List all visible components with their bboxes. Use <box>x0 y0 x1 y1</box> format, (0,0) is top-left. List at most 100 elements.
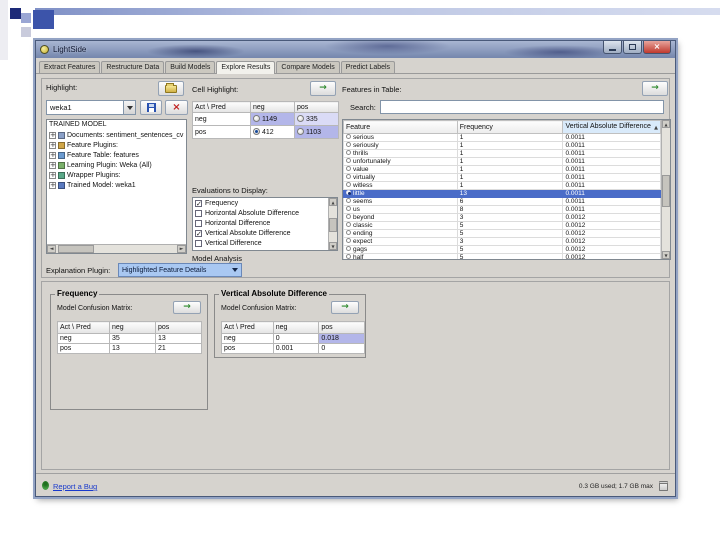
trained-model-tree[interactable]: ◄ ► TRAINED MODEL + Documents: sentiment_s… <box>46 119 187 254</box>
feature-row-little[interactable]: little 13 0.0011 <box>343 189 661 198</box>
radio-icon[interactable] <box>346 254 351 259</box>
expand-icon[interactable]: + <box>49 151 56 159</box>
radio-selected-icon[interactable] <box>253 128 260 135</box>
scrollbar-thumb[interactable] <box>662 175 670 207</box>
checkbox-checked-icon[interactable]: ✓ <box>195 199 202 207</box>
minimize-button[interactable] <box>603 41 622 54</box>
evaluation-item-vertical-absolute-difference[interactable]: ✓ Vertical Absolute Difference <box>193 228 337 238</box>
scroll-up-icon[interactable]: ▲ <box>662 120 670 128</box>
cell-highlight-export-button[interactable]: → <box>310 81 336 96</box>
feature-row-serious[interactable]: serious 1 0.0011 <box>343 133 661 142</box>
feature-row-beyond[interactable]: beyond 3 0.0012 <box>343 213 661 222</box>
explanation-plugin-select[interactable]: Highlighted Feature Details <box>118 263 242 277</box>
evaluation-item-frequency[interactable]: ✓ Frequency <box>193 198 337 208</box>
evaluation-item-horizontal-difference[interactable]: Horizontal Difference <box>193 218 337 228</box>
tree-item-trained-model[interactable]: + Trained Model: weka1 <box>47 180 186 190</box>
features-table[interactable]: Feature Frequency Vertical Absolute Differ… <box>343 120 661 259</box>
feature-row-value[interactable]: value 1 0.0011 <box>343 165 661 174</box>
checkbox-icon[interactable] <box>195 209 202 217</box>
close-button[interactable]: × <box>643 41 671 54</box>
open-highlight-button[interactable] <box>158 81 184 96</box>
radio-selected-icon[interactable] <box>346 190 351 195</box>
radio-icon[interactable] <box>346 238 351 243</box>
radio-icon[interactable] <box>346 222 351 227</box>
radio-icon[interactable] <box>253 115 260 122</box>
expand-icon[interactable]: + <box>49 141 56 149</box>
tab-compare-models[interactable]: Compare Models <box>276 61 340 73</box>
features-export-button[interactable]: → <box>642 81 668 96</box>
evaluation-item-horizontal-absolute-difference[interactable]: Horizontal Absolute Difference <box>193 208 337 218</box>
save-button[interactable] <box>140 100 162 115</box>
search-input[interactable] <box>380 100 664 114</box>
maximize-button[interactable] <box>623 41 642 54</box>
scroll-right-icon[interactable]: ► <box>177 245 186 253</box>
radio-icon[interactable] <box>346 246 351 251</box>
expand-icon[interactable]: + <box>49 171 56 179</box>
tree-root-item[interactable]: TRAINED MODEL <box>47 120 186 130</box>
export-button[interactable]: → <box>331 301 359 314</box>
garbage-collect-icon[interactable] <box>659 481 668 491</box>
delete-button[interactable]: × <box>165 100 188 115</box>
tree-item-learning-plugin[interactable]: + Learning Plugin: Weka (All) <box>47 160 186 170</box>
tree-item-documents[interactable]: + Documents: sentiment_sentences_cv <box>47 130 186 140</box>
highlight-model-select[interactable]: weka1 <box>46 100 136 115</box>
evaluations-list[interactable]: ▲ ▼ ✓ Frequency Horizontal Absolute Differ… <box>192 197 338 251</box>
export-button[interactable]: → <box>173 301 201 314</box>
feature-row-virtually[interactable]: virtually 1 0.0011 <box>343 173 661 182</box>
feature-row-witless[interactable]: witless 1 0.0011 <box>343 181 661 190</box>
radio-icon[interactable] <box>346 166 351 171</box>
checkbox-checked-icon[interactable]: ✓ <box>195 229 202 237</box>
tree-horizontal-scrollbar[interactable]: ◄ ► <box>47 244 186 253</box>
scroll-down-icon[interactable]: ▼ <box>662 251 670 259</box>
matrix-cell[interactable]: 412 <box>250 125 295 139</box>
feature-row-us[interactable]: us 8 0.0011 <box>343 205 661 214</box>
scroll-left-icon[interactable]: ◄ <box>47 245 56 253</box>
tab-extract-features[interactable]: Extract Features <box>39 61 101 73</box>
scroll-down-icon[interactable]: ▼ <box>329 242 337 250</box>
radio-icon[interactable] <box>346 150 351 155</box>
chevron-down-icon[interactable] <box>123 101 135 114</box>
feature-row-thrills[interactable]: thrills 1 0.0011 <box>343 149 661 158</box>
tab-predict-labels[interactable]: Predict Labels <box>340 61 396 73</box>
radio-icon[interactable] <box>346 174 351 179</box>
radio-icon[interactable] <box>346 158 351 163</box>
matrix-cell[interactable]: 1149 <box>250 112 295 126</box>
radio-icon[interactable] <box>346 182 351 187</box>
column-header-vertical-absolute-difference[interactable]: Vertical Absolute Difference ▲ <box>562 120 661 134</box>
checkbox-icon[interactable] <box>195 239 202 247</box>
radio-icon[interactable] <box>346 214 351 219</box>
feature-row-seriously[interactable]: seriously 1 0.0011 <box>343 141 661 150</box>
tab-explore-results[interactable]: Explore Results <box>216 61 276 74</box>
features-scrollbar[interactable]: ▲ ▼ <box>661 120 670 259</box>
scrollbar-thumb[interactable] <box>58 245 94 253</box>
feature-row-classic[interactable]: classic 5 0.0012 <box>343 221 661 230</box>
feature-row-gags[interactable]: gags 5 0.0012 <box>343 245 661 254</box>
checkbox-icon[interactable] <box>195 219 202 227</box>
expand-icon[interactable]: + <box>49 161 56 169</box>
column-header-feature[interactable]: Feature <box>343 120 458 134</box>
radio-icon[interactable] <box>346 206 351 211</box>
tree-item-feature-table[interactable]: + Feature Table: features <box>47 150 186 160</box>
radio-icon[interactable] <box>346 142 351 147</box>
tree-item-feature-plugins[interactable]: + Feature Plugins: <box>47 140 186 150</box>
report-bug-link[interactable]: Report a Bug <box>53 482 97 491</box>
feature-row-seems[interactable]: seems 6 0.0011 <box>343 197 661 206</box>
feature-row-expect[interactable]: expect 3 0.0012 <box>343 237 661 246</box>
tab-restructure-data[interactable]: Restructure Data <box>101 61 165 73</box>
radio-icon[interactable] <box>346 134 351 139</box>
evaluations-scrollbar[interactable]: ▲ ▼ <box>328 198 337 250</box>
feature-row-half[interactable]: half 5 0.0012 <box>343 253 661 259</box>
radio-icon[interactable] <box>346 230 351 235</box>
window-titlebar[interactable]: LightSide × <box>36 41 675 58</box>
feature-row-ending[interactable]: ending 5 0.0012 <box>343 229 661 238</box>
radio-icon[interactable] <box>297 128 304 135</box>
column-header-frequency[interactable]: Frequency <box>456 120 564 134</box>
matrix-cell[interactable]: 1103 <box>294 125 339 139</box>
feature-row-unfortunately[interactable]: unfortunately 1 0.0011 <box>343 157 661 166</box>
scrollbar-thumb[interactable] <box>329 218 337 232</box>
tab-build-models[interactable]: Build Models <box>165 61 216 73</box>
radio-icon[interactable] <box>346 198 351 203</box>
matrix-cell[interactable]: 335 <box>294 112 339 126</box>
evaluation-item-vertical-difference[interactable]: Vertical Difference <box>193 238 337 248</box>
radio-icon[interactable] <box>297 115 304 122</box>
